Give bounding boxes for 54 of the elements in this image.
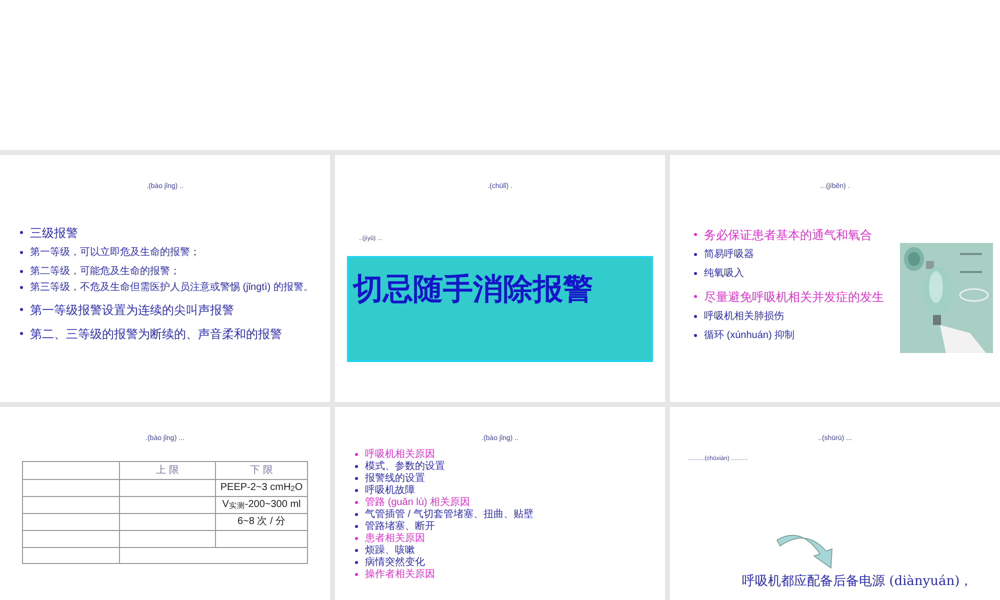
bullet-text: 操作者相关原因: [365, 568, 435, 580]
bullet-text: 报警线的设置: [365, 472, 425, 484]
bullet-icon: [694, 334, 697, 337]
bullet-icon: [694, 315, 697, 318]
bullet-text: 病情突然变化: [365, 556, 425, 568]
bullet-icon: [694, 253, 697, 256]
bullet-icon: [355, 501, 358, 504]
table-cell: 6~8 次 / 分: [216, 513, 308, 530]
bullet-text: 简易呼吸器: [704, 248, 754, 262]
bullet-icon: [694, 295, 697, 298]
bullet-text: 务必保证患者基本的通气和氧合: [704, 226, 872, 242]
column-header: 下 限: [216, 461, 308, 479]
bullet-text: 呼吸机相关肺损伤: [704, 310, 784, 324]
bullet-icon: [355, 537, 358, 540]
bullet-text: 患者相关原因: [365, 532, 425, 544]
bullet-icon: [355, 489, 358, 492]
bullet-text: 气管插管 / 气切套管堵塞、扭曲、贴壁: [365, 508, 534, 520]
bullet-icon: [694, 272, 697, 275]
bullet-text: 三级报警: [30, 224, 78, 240]
bullet-text: 管路堵塞、断开: [365, 520, 435, 532]
bullet-text: 循环 (xúnhuán) 抑制: [704, 328, 795, 342]
bullet-text: 呼吸机故障: [365, 484, 415, 496]
bullet-text: 第一等级，可以立即危及生命的报警；: [30, 246, 200, 260]
bullet-text: 模式、参数的设置: [365, 460, 445, 472]
bullet-icon: [694, 233, 697, 236]
bullet-icon: [355, 477, 358, 480]
bullet-icon: [355, 453, 358, 456]
bullet-icon: [355, 573, 358, 576]
bullet-text: 管路 (guǎn lù) 相关原因: [365, 496, 470, 508]
bullet-icon: [355, 549, 358, 552]
bullet-text: 第三等级，不危及生命但需医护人员注意或警惕 (jǐnɡtì) 的报警。: [30, 282, 314, 294]
bullet-text: 第二、三等级的报警为断续的、声音柔和的报警: [30, 326, 282, 342]
caption-text: 呼吸机都应配备后备电源 (diànyuán)，: [742, 574, 974, 590]
bullet-icon: [355, 525, 358, 528]
bullet-icon: [355, 513, 358, 516]
bullet-icon: [20, 332, 23, 335]
bullet-text: 第一等级报警设置为连续的尖叫声报警: [30, 302, 234, 318]
banner-text: 切忌随手消除报警: [353, 272, 593, 308]
table-cell: V$_{实测}$-200~300 ml: [216, 496, 308, 513]
bullet-icon: [355, 561, 358, 564]
bullet-text: 纯氧吸入: [704, 266, 744, 280]
bullet-icon: [20, 286, 23, 289]
bullet-text: 呼吸机相关原因: [365, 448, 435, 460]
bullet-icon: [355, 465, 358, 468]
bullet-icon: [20, 231, 23, 234]
column-header: 上 限: [120, 461, 216, 479]
bullet-text: 烦躁、咳嗽: [365, 544, 415, 556]
bullet-icon: [20, 270, 23, 273]
bullet-text: 尽量避免呼吸机相关并发症的发生: [704, 288, 884, 304]
slide-thumbnail[interactable]: [0, 0, 1000, 150]
bullet-icon: [20, 308, 23, 311]
bullet-text: 第二等级，可能危及生命的报警；: [30, 264, 180, 278]
table-cell: PEEP-2~3 cmH$_{2}$O: [216, 479, 308, 496]
bullet-icon: [20, 251, 23, 254]
